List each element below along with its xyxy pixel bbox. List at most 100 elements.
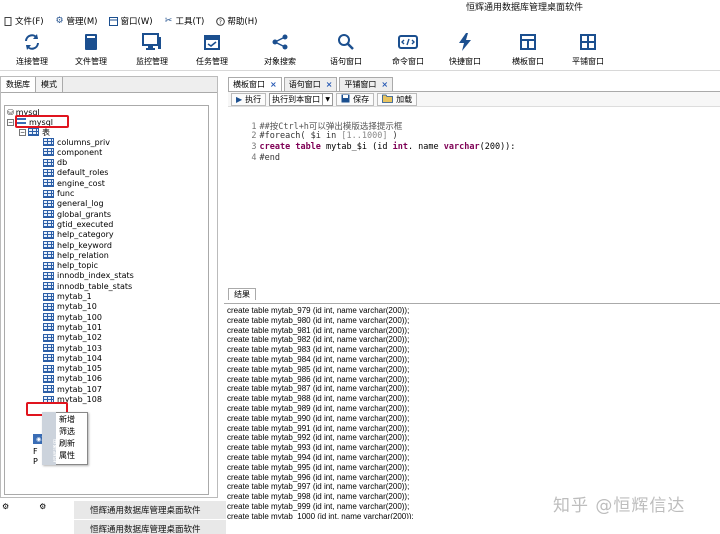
connect-manage-button[interactable]: 连接管理 [2, 31, 62, 69]
horizontal-window-label: 横板窗口 [512, 57, 544, 66]
file-manage-button[interactable]: 文件管理 [61, 31, 121, 69]
lightning-icon [435, 31, 495, 53]
save-label: 保存 [353, 94, 370, 104]
statement-window-button[interactable]: 语句窗口 [316, 31, 376, 69]
tree-label: mytab_100 [57, 312, 102, 322]
tab-database[interactable]: 数据库 [1, 77, 36, 92]
tree-other-node[interactable]: F [33, 446, 38, 456]
tree-table-item[interactable]: mytab_103 [43, 343, 102, 353]
db-tree[interactable]: ⛁ mysql − mysql − 表 columns_priv component db def… [4, 105, 209, 495]
table-icon [28, 128, 39, 136]
close-icon[interactable]: × [326, 80, 333, 89]
tree-table-item[interactable]: mytab_10 [43, 302, 97, 312]
tree-table-item[interactable]: func [43, 189, 74, 199]
tree-table-item[interactable]: mytab_1 [43, 292, 92, 302]
tree-table-item[interactable]: default_roles [43, 168, 108, 178]
table-icon [43, 364, 54, 373]
monitor-manage-button[interactable]: 监控管理 [122, 31, 182, 69]
command-icon [378, 31, 438, 53]
tree-table-item[interactable]: mytab_101 [43, 322, 102, 332]
tree-label: innodb_index_stats [57, 271, 134, 281]
table-icon [43, 189, 54, 198]
result-tabs: 结果 [228, 288, 256, 303]
tree-table-item[interactable]: mytab_107 [43, 384, 102, 394]
tab-tile-window[interactable]: 平铺窗口 × [339, 77, 394, 91]
object-search-button[interactable]: 对象搜索 [250, 31, 310, 69]
menu-file[interactable]: 文件(F) [0, 15, 44, 27]
tree-tables-node[interactable]: − 表 [19, 127, 50, 137]
menu-tools[interactable]: ✂ 工具(T) [161, 15, 205, 27]
table-icon [43, 333, 54, 342]
execute-label: 执行 [245, 94, 262, 104]
tree-label: mytab_105 [57, 364, 102, 374]
database-panel: 数据库 模式 ⛁ mysql − mysql − 表 columns_priv compone… [0, 76, 218, 498]
result-line: create table mytab_987 (id int, name var… [227, 384, 410, 394]
tree-table-item[interactable]: gtid_executed [43, 219, 113, 229]
collapse-icon[interactable]: − [19, 128, 26, 136]
tab-schema[interactable]: 模式 [36, 77, 63, 92]
tree-table-item[interactable]: columns_priv [43, 137, 110, 147]
tree-label: mytab_103 [57, 343, 102, 353]
gear-icon[interactable]: ⚙ [39, 502, 46, 511]
tree-table-item[interactable]: innodb_table_stats [43, 281, 132, 291]
tree-table-item[interactable]: mytab_100 [43, 312, 102, 322]
load-label: 加载 [396, 94, 413, 104]
connect-icon [2, 31, 62, 53]
tile-window-button[interactable]: 平铺窗口 [558, 31, 618, 69]
tree-label: gtid_executed [57, 219, 114, 229]
table-icon [43, 323, 54, 332]
tree-table-item[interactable]: help_relation [43, 250, 109, 260]
result-line: create table mytab_984 (id int, name var… [227, 355, 410, 364]
tree-table-item[interactable]: engine_cost [43, 178, 105, 188]
tree-table-item[interactable]: help_keyword [43, 240, 112, 250]
tree-table-item[interactable]: mytab_104 [43, 353, 102, 363]
tree-table-item[interactable]: global_grants [43, 209, 111, 219]
help-icon: ? [215, 16, 225, 26]
taskbar-item-1[interactable]: 恒辉通用数据库管理桌面软件 [74, 501, 226, 519]
command-window-label: 命令窗口 [392, 57, 424, 66]
menu-window[interactable]: 窗口(W) [106, 15, 153, 27]
menu-tools-label: 工具(T) [175, 17, 205, 27]
table-icon [43, 158, 54, 167]
close-icon[interactable]: × [270, 80, 277, 89]
horizontal-window-button[interactable]: 横板窗口 [498, 31, 558, 69]
object-search-label: 对象搜索 [264, 57, 296, 66]
tree-table-item[interactable]: mytab_105 [43, 364, 102, 374]
tree-table-item[interactable]: help_category [43, 230, 114, 240]
save-button[interactable]: 保存 [336, 92, 375, 106]
table-icon [43, 148, 54, 157]
tree-table-item[interactable]: mytab_106 [43, 374, 102, 384]
taskbar-item-2[interactable]: 恒辉通用数据库管理桌面软件 [74, 520, 226, 534]
load-button[interactable]: 加载 [377, 92, 418, 106]
tree-table-item[interactable]: general_log [43, 199, 104, 209]
tab-result[interactable]: 结果 [228, 288, 256, 300]
code-editor[interactable]: 1 ##按Ctrl+h可以弹出模版选择提示框 2 #foreach( $i in [… [224, 108, 720, 286]
tab-horizontal-window[interactable]: 横板窗口 × [228, 77, 282, 91]
tab-statement-window[interactable]: 语句窗口 × [283, 77, 338, 91]
close-icon[interactable]: × [381, 80, 388, 89]
menu-help-label: 帮助(H) [227, 17, 258, 27]
tree-table-item[interactable]: component [43, 147, 102, 157]
command-window-button[interactable]: 命令窗口 [378, 31, 438, 69]
tree-table-item[interactable]: innodb_index_stats [43, 271, 134, 281]
gear-icon: ⚙ [55, 16, 64, 26]
tree-label: general_log [57, 199, 104, 209]
tree-table-item[interactable]: db [43, 158, 67, 168]
table-icon [43, 210, 54, 219]
result-line: create table mytab_993 (id int, name var… [227, 443, 410, 453]
play-icon: ▶ [236, 94, 243, 104]
execute-mode-select[interactable]: 执行到本窗口 ▼ [269, 92, 334, 106]
tools-icon: ✂ [164, 16, 173, 26]
collapse-icon[interactable]: − [7, 118, 14, 126]
gear-icon[interactable]: ⚙ [2, 502, 9, 511]
task-manage-button[interactable]: 任务管理 [182, 31, 242, 69]
execute-button[interactable]: ▶ 执行 [231, 92, 267, 106]
window-icon [109, 16, 119, 26]
tree-other-node[interactable]: P [33, 456, 38, 466]
tree-table-item[interactable]: help_topic [43, 261, 98, 271]
table-icon [43, 138, 54, 146]
quick-window-button[interactable]: 快捷窗口 [435, 31, 495, 69]
tree-table-item[interactable]: mytab_102 [43, 333, 102, 343]
menu-help[interactable]: ? 帮助(H) [212, 15, 257, 27]
menu-manage[interactable]: ⚙ 管理(M) [52, 15, 97, 27]
